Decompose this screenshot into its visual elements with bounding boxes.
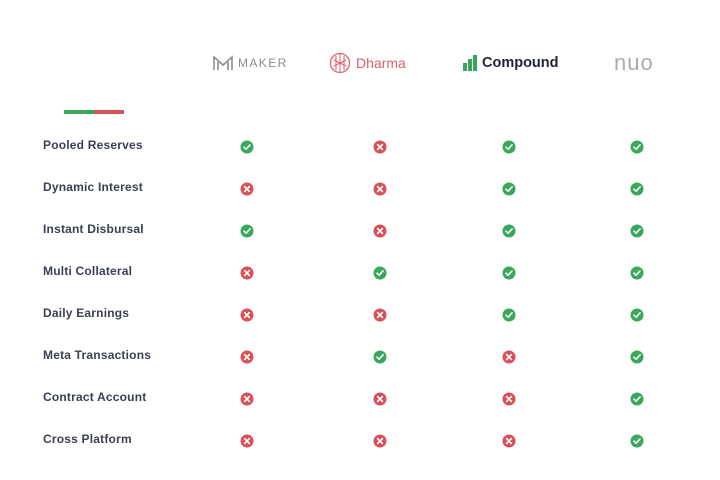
legend-bar-green: [64, 110, 94, 114]
check-circle-icon: [630, 350, 644, 364]
maker-logo-text: MAKER: [238, 56, 288, 70]
feature-row: Daily Earnings: [0, 300, 720, 330]
check-circle-icon: [502, 266, 516, 280]
check-circle-icon: [240, 224, 254, 238]
check-circle-icon: [630, 182, 644, 196]
cross-circle-icon: [502, 434, 516, 448]
feature-label: Dynamic Interest: [43, 180, 143, 194]
check-circle-icon: [502, 308, 516, 322]
compound-logo-text: Compound: [482, 55, 559, 71]
nuo-logo: nuo: [614, 48, 654, 78]
feature-label: Daily Earnings: [43, 306, 130, 320]
cross-circle-icon: [373, 140, 387, 154]
check-circle-icon: [373, 350, 387, 364]
feature-label: Contract Account: [43, 390, 147, 404]
dharma-emblem-icon: [329, 52, 351, 74]
check-circle-icon: [630, 224, 644, 238]
cross-circle-icon: [240, 266, 254, 280]
feature-row: Contract Account: [0, 384, 720, 414]
compound-bars-icon: [463, 55, 477, 71]
check-circle-icon: [240, 140, 254, 154]
check-circle-icon: [502, 224, 516, 238]
feature-label: Instant Disbursal: [43, 222, 144, 236]
feature-row: Multi Collateral: [0, 258, 720, 288]
dharma-logo-text: Dharma: [356, 55, 406, 71]
cross-circle-icon: [502, 392, 516, 406]
feature-label: Multi Collateral: [43, 264, 133, 278]
feature-label: Pooled Reserves: [43, 138, 143, 152]
check-circle-icon: [630, 308, 644, 322]
cross-circle-icon: [240, 434, 254, 448]
maker-logo: MAKER: [212, 48, 288, 78]
maker-m-icon: [213, 55, 233, 70]
cross-circle-icon: [373, 392, 387, 406]
check-circle-icon: [502, 182, 516, 196]
dharma-logo: Dharma: [329, 48, 406, 78]
cross-circle-icon: [373, 434, 387, 448]
cross-circle-icon: [240, 308, 254, 322]
nuo-logo-text: nuo: [614, 50, 654, 75]
check-circle-icon: [630, 140, 644, 154]
cross-circle-icon: [502, 350, 516, 364]
cross-circle-icon: [373, 182, 387, 196]
check-circle-icon: [502, 140, 516, 154]
check-circle-icon: [373, 266, 387, 280]
feature-row: Meta Transactions: [0, 342, 720, 372]
cross-circle-icon: [240, 392, 254, 406]
check-circle-icon: [630, 266, 644, 280]
compound-logo: Compound: [462, 48, 559, 78]
cross-circle-icon: [240, 182, 254, 196]
feature-row: Dynamic Interest: [0, 174, 720, 204]
feature-row: Pooled Reserves: [0, 132, 720, 162]
cross-circle-icon: [373, 224, 387, 238]
feature-row: Instant Disbursal: [0, 216, 720, 246]
legend-bar-red: [94, 110, 124, 114]
feature-row: Cross Platform: [0, 426, 720, 456]
check-circle-icon: [630, 392, 644, 406]
cross-circle-icon: [373, 308, 387, 322]
feature-label: Meta Transactions: [43, 348, 152, 362]
legend-bar: [64, 110, 124, 114]
feature-label: Cross Platform: [43, 432, 132, 446]
cross-circle-icon: [240, 350, 254, 364]
check-circle-icon: [630, 434, 644, 448]
